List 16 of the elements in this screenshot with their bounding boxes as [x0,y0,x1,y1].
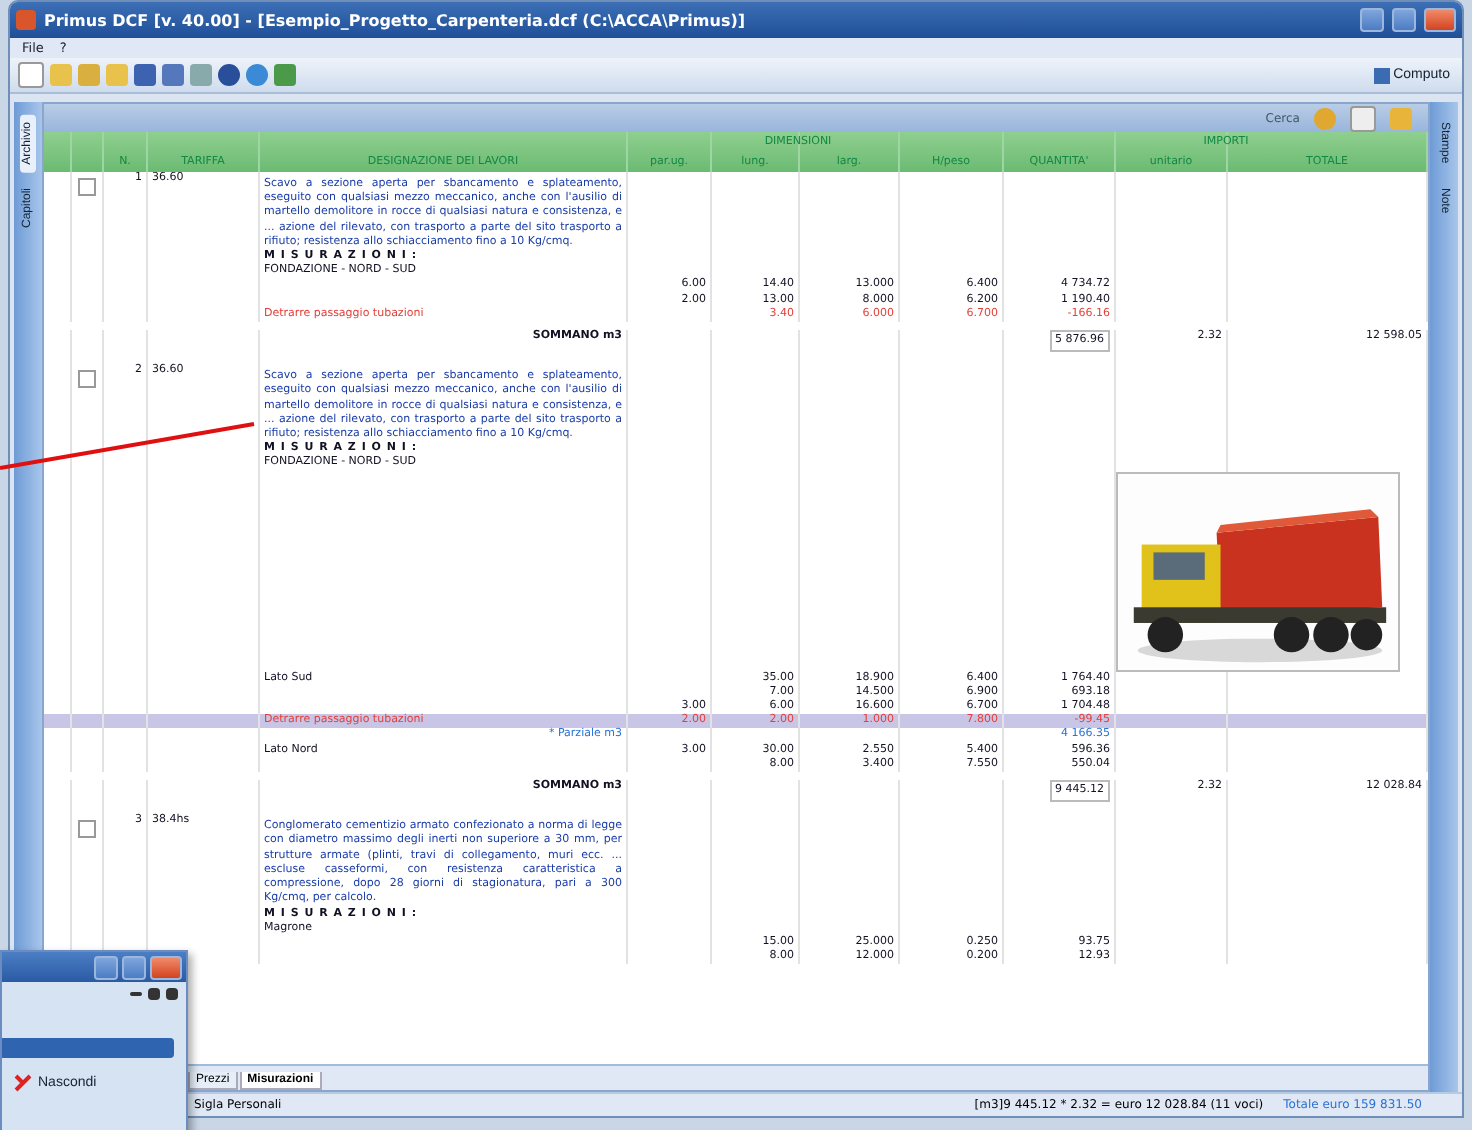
close-button[interactable] [1424,8,1456,32]
restore-icon[interactable] [148,988,160,1000]
collapse-icon[interactable] [78,370,96,389]
input-field[interactable] [2,1038,174,1058]
collapse-icon[interactable] [78,820,96,839]
cross-icon [14,1074,32,1092]
minimize-button[interactable] [1360,8,1384,32]
minimize-icon[interactable] [130,992,142,996]
close-button[interactable] [150,955,182,979]
collapse-icon[interactable] [78,178,96,196]
minimize-button[interactable] [94,955,118,979]
close-icon[interactable] [166,988,178,1000]
maximize-button[interactable] [1392,8,1416,32]
maximize-button[interactable] [122,955,146,979]
app-icon [16,10,36,30]
window-title: Primus DCF [v. 40.00] - [Esempio_Progetto_Carpenteria.dcf (C:\ACCA\Primus)] [44,11,746,29]
